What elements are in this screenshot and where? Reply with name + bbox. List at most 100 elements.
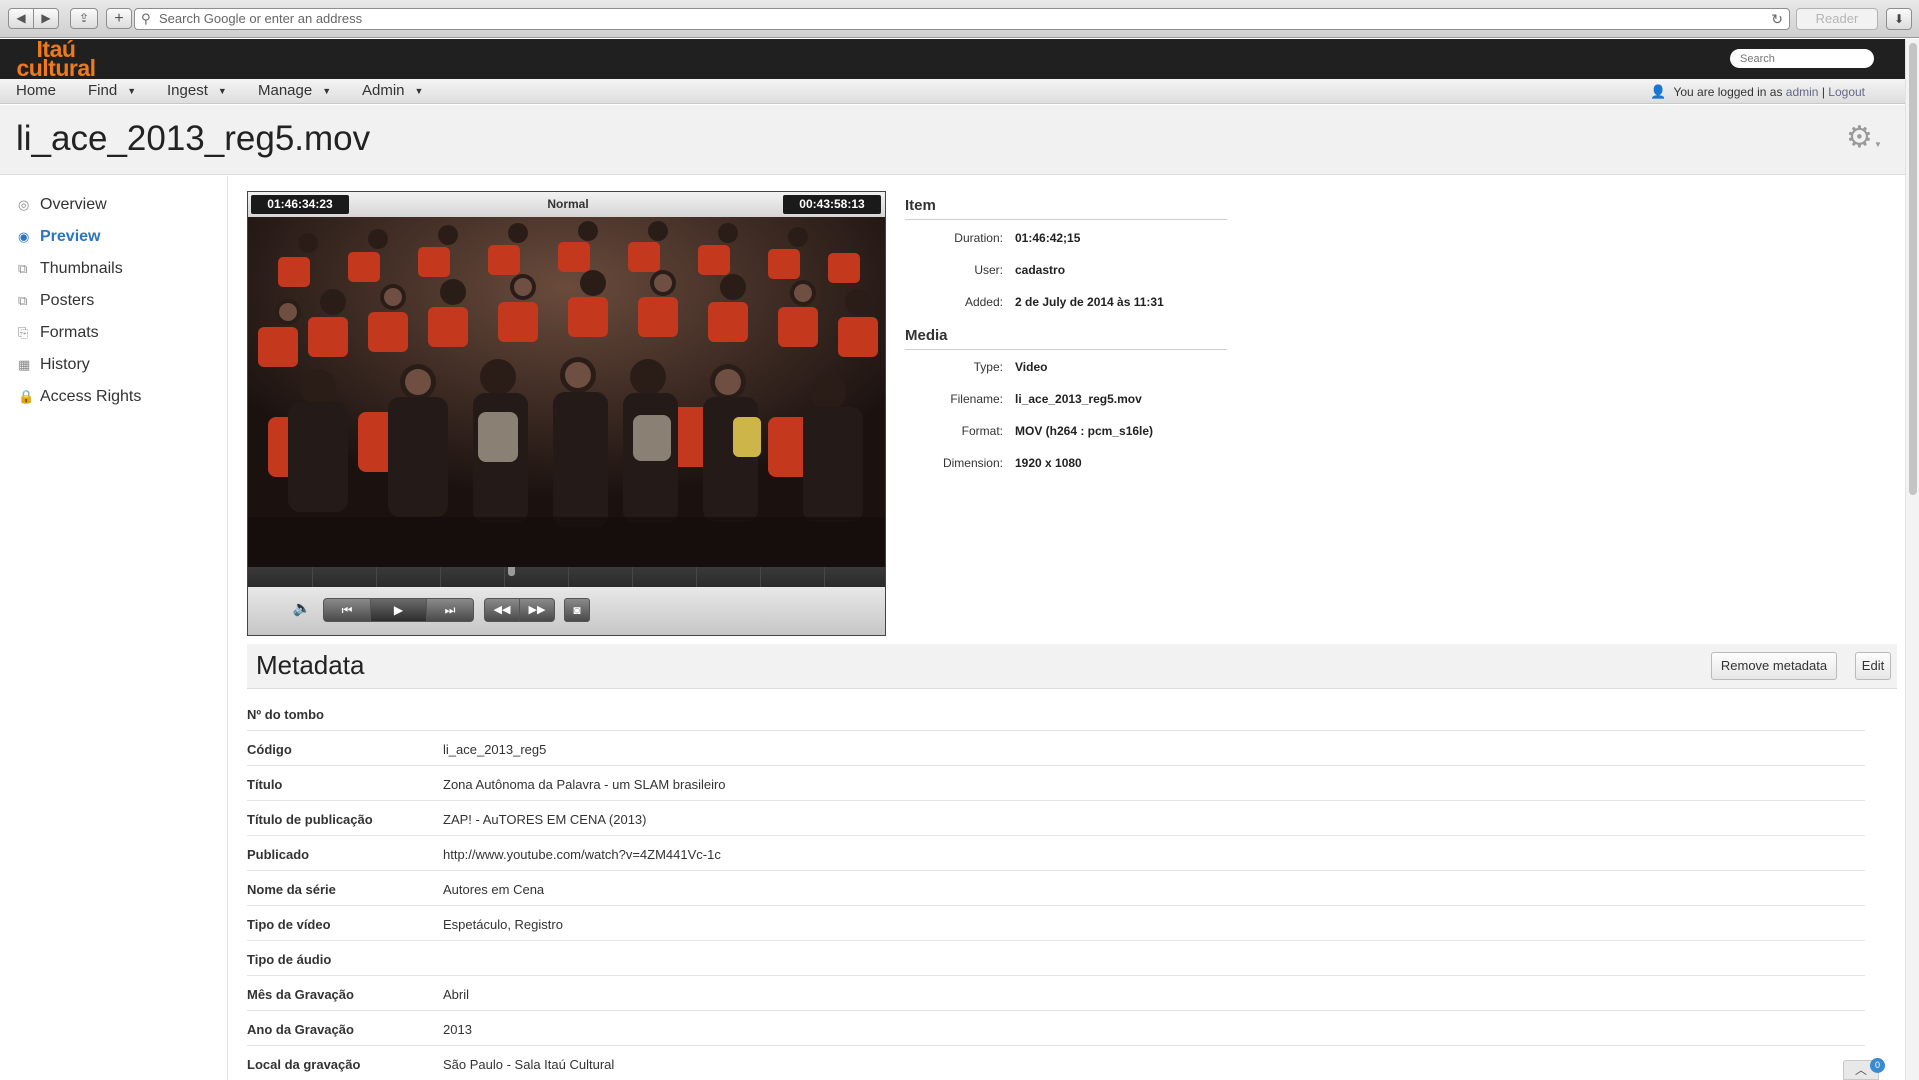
metadata-value: li_ace_2013_reg5 xyxy=(443,742,547,757)
video-frame[interactable] xyxy=(248,217,885,567)
video-player: 01:46:34:23 Normal 00:43:58:13 🔈 ⏮ ▶ ⏭ ◀… xyxy=(247,191,886,636)
snapshot-button[interactable]: ◙ xyxy=(564,598,590,622)
timeline-scrubber[interactable] xyxy=(248,567,885,587)
duration-label: Duration: xyxy=(954,231,1003,245)
filename-value: li_ace_2013_reg5.mov xyxy=(1015,392,1142,406)
playhead-handle[interactable] xyxy=(508,567,515,576)
sidebar-item-thumbnails[interactable]: ⧉ Thumbnails xyxy=(18,260,123,278)
login-separator: | xyxy=(1821,85,1825,99)
metadata-key: Nome da série xyxy=(247,882,336,897)
page-scrollbar[interactable] xyxy=(1905,39,1919,1080)
format-label: Format: xyxy=(961,424,1003,438)
menu-find[interactable]: Find ▼ xyxy=(88,82,136,99)
gear-icon: ⚙ xyxy=(1846,121,1873,154)
logout-link[interactable]: Logout xyxy=(1828,85,1865,99)
duration-value: 01:46:42;15 xyxy=(1015,231,1081,245)
playback-speed[interactable]: Normal xyxy=(528,197,608,211)
metadata-row: Local da gravação São Paulo - Sala Itaú … xyxy=(247,1046,1865,1080)
main-menu: Home Find ▼ Ingest ▼ Manage ▼ Admin ▼ 👤 You … xyxy=(0,79,1905,104)
volume-button[interactable]: 🔈 xyxy=(292,598,312,622)
forward-button[interactable]: ▶ xyxy=(33,8,59,29)
itau-cultural-logo[interactable]: Itaú cultural xyxy=(16,38,96,80)
metadata-key: Mês da Gravação xyxy=(247,987,354,1002)
reload-icon[interactable]: ↻ xyxy=(1771,9,1783,29)
metadata-row: Tipo de vídeo Espetáculo, Registro xyxy=(247,906,1865,941)
reader-button[interactable]: Reader xyxy=(1796,8,1878,30)
metadata-row: Ano da Gravação 2013 xyxy=(247,1011,1865,1046)
page-title: li_ace_2013_reg5.mov xyxy=(16,119,371,158)
metadata-key: Publicado xyxy=(247,847,310,862)
remaining-timecode: 00:43:58:13 xyxy=(783,195,881,214)
menu-manage[interactable]: Manage ▼ xyxy=(258,82,331,99)
search-icon: ⚲ xyxy=(141,11,151,26)
timeline-tick xyxy=(440,567,441,587)
type-label: Type: xyxy=(973,360,1003,374)
user-value: cadastro xyxy=(1015,263,1066,277)
sidebar-item-history[interactable]: ▦ History xyxy=(18,356,90,374)
remove-metadata-button[interactable]: Remove metadata xyxy=(1711,652,1837,680)
metadata-row: Título de publicação ZAP! - AuTORES EM C… xyxy=(247,801,1865,836)
plus-icon: + xyxy=(114,10,124,27)
metadata-row: Código li_ace_2013_reg5 xyxy=(247,731,1865,766)
menu-admin[interactable]: Admin ▼ xyxy=(362,82,423,99)
metadata-key: Tipo de vídeo xyxy=(247,917,331,932)
metadata-header: Metadata Remove metadata Edit xyxy=(247,644,1897,689)
skip-back-icon: ⏮ xyxy=(341,603,353,617)
previous-button[interactable]: ⏮ xyxy=(323,598,371,622)
metadata-row: Título Zona Autônoma da Palavra - um SLA… xyxy=(247,766,1865,801)
sidebar: ◎ Overview ◉ Preview ⧉ Thumbnails ⧉ Posters … xyxy=(0,176,228,1080)
metadata-value: Espetáculo, Registro xyxy=(443,917,563,932)
menu-home[interactable]: Home xyxy=(16,82,56,99)
notification-badge[interactable]: 0 xyxy=(1870,1058,1885,1073)
play-button[interactable]: ▶ xyxy=(370,598,427,622)
metadata-key: Título xyxy=(247,777,283,792)
app-header: Itaú cultural xyxy=(0,38,1905,80)
audience-video-still xyxy=(248,217,885,567)
metadata-value: São Paulo - Sala Itaú Cultural xyxy=(443,1057,615,1072)
sidebar-item-preview[interactable]: ◉ Preview xyxy=(18,228,100,246)
sidebar-item-formats[interactable]: ⎘ Formats xyxy=(18,324,99,342)
downloads-button[interactable]: ⬇ xyxy=(1886,8,1912,30)
edit-button[interactable]: Edit xyxy=(1855,652,1891,680)
menu-ingest-label: Ingest xyxy=(167,82,208,99)
back-button[interactable]: ◀ xyxy=(8,8,34,29)
metadata-key: Nº do tombo xyxy=(247,707,324,722)
metadata-title: Metadata xyxy=(256,650,365,680)
address-placeholder: Search Google or enter an address xyxy=(159,11,363,26)
fast-forward-button[interactable]: ▶▶ xyxy=(519,598,555,622)
fast-forward-icon: ▶▶ xyxy=(528,604,546,616)
metadata-value: http://www.youtube.com/watch?v=4ZM441Vc-… xyxy=(443,847,721,862)
chevron-up-icon: ︿ xyxy=(1854,1063,1867,1077)
next-button[interactable]: ⏭ xyxy=(426,598,474,622)
target-icon: ◎ xyxy=(18,197,30,212)
menu-ingest[interactable]: Ingest ▼ xyxy=(167,82,227,99)
metadata-key: Ano da Gravação xyxy=(247,1022,354,1037)
sidebar-item-overview[interactable]: ◎ Overview xyxy=(18,196,107,214)
item-heading: Item xyxy=(905,197,1227,220)
metadata-value: Zona Autônoma da Palavra - um SLAM brasi… xyxy=(443,777,726,792)
metadata-value: Autores em Cena xyxy=(443,882,545,897)
menu-manage-label: Manage xyxy=(258,82,313,99)
arrow-right-icon: ▶ xyxy=(41,11,51,25)
paperclip-icon: ⎘ xyxy=(18,325,29,340)
settings-button[interactable]: ⚙ ▼ xyxy=(1846,120,1886,154)
caret-down-icon: ▼ xyxy=(322,86,332,96)
sidebar-item-access-rights[interactable]: 🔒 Access Rights xyxy=(18,388,141,406)
metadata-value: 2013 xyxy=(443,1022,472,1037)
address-bar[interactable]: ⚲ Search Google or enter an address ↻ xyxy=(134,8,1790,30)
metadata-row: Tipo de áudio xyxy=(247,941,1865,976)
format-value: MOV (h264 : pcm_s16le) xyxy=(1015,424,1154,438)
new-tab-button[interactable]: + xyxy=(106,8,132,29)
sidebar-item-posters[interactable]: ⧉ Posters xyxy=(18,292,94,310)
browser-toolbar: ◀ ▶ ⇪ + ⚲ Search Google or enter an addr… xyxy=(0,0,1919,38)
admin-user-link[interactable]: admin xyxy=(1786,85,1819,99)
copy-icon: ⧉ xyxy=(18,293,28,308)
scrollbar-thumb[interactable] xyxy=(1909,43,1917,495)
media-heading: Media xyxy=(905,327,1227,350)
sidebar-item-label: History xyxy=(40,356,90,373)
skip-forward-icon: ⏭ xyxy=(444,603,456,617)
timeline-tick xyxy=(568,567,569,587)
search-input[interactable] xyxy=(1730,49,1874,68)
share-button[interactable]: ⇪ xyxy=(70,8,98,29)
rewind-button[interactable]: ◀◀ xyxy=(484,598,520,622)
